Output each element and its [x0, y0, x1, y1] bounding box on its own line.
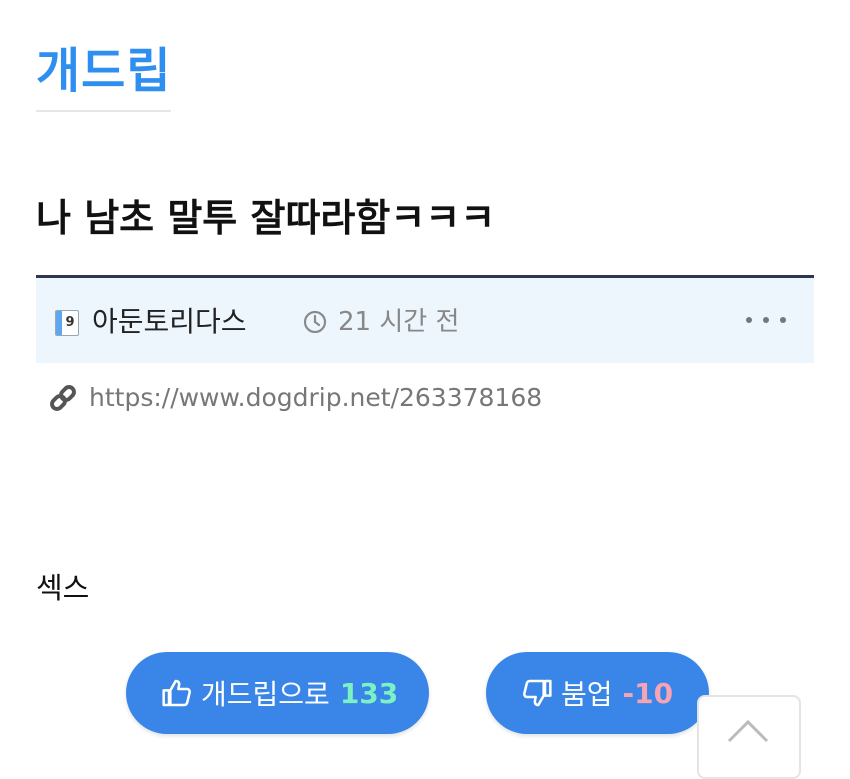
post-body: 섹스	[36, 571, 90, 605]
upvote-count: 133	[339, 676, 399, 710]
board-tab[interactable]: 개드립	[36, 38, 172, 112]
thumbs-up-icon	[162, 679, 192, 707]
downvote-count: -10	[622, 676, 674, 710]
post-title: 나 남초 말투 잘따라함ㅋㅋㅋ	[36, 196, 496, 240]
permalink[interactable]: https://www.dogdrip.net/263378168	[89, 378, 542, 418]
clock-icon	[303, 310, 327, 334]
author-level-badge: 9	[55, 310, 79, 336]
permalink-row: https://www.dogdrip.net/263378168	[46, 378, 542, 418]
downvote-label: 붐업	[561, 678, 613, 711]
board-name[interactable]: 개드립	[36, 38, 171, 104]
more-options-button[interactable]	[746, 308, 786, 332]
post-meta-bar: 9 아둔토리다스 21 시간 전	[36, 275, 814, 363]
chevron-up-icon	[727, 719, 769, 743]
scroll-to-top-button[interactable]	[697, 695, 801, 779]
upvote-button[interactable]: 개드립으로 133	[126, 652, 429, 734]
post-time: 21 시간 전	[338, 307, 460, 337]
more-icon	[746, 317, 752, 323]
author-name[interactable]: 아둔토리다스	[92, 304, 247, 340]
thumbs-down-icon	[522, 679, 552, 707]
upvote-label: 개드립으로	[201, 678, 330, 711]
link-icon	[50, 385, 76, 411]
downvote-button[interactable]: 붐업 -10	[486, 652, 709, 734]
